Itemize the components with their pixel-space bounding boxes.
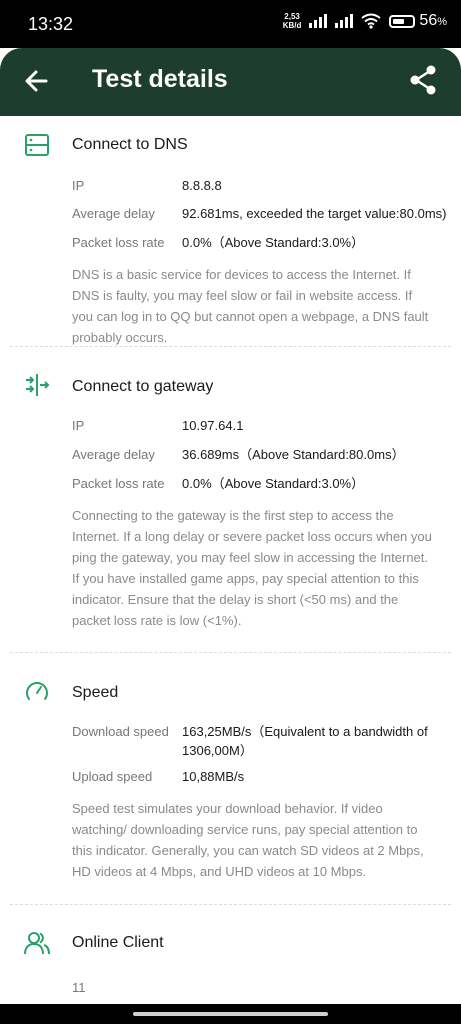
- section-description: Speed test simulates your download behav…: [72, 801, 424, 879]
- section-title: Connect to gateway: [72, 378, 214, 395]
- status-time: 13:32: [28, 14, 74, 34]
- server-icon: [25, 134, 49, 156]
- row-value: 10,88MB/s: [182, 769, 245, 784]
- users-icon: [24, 932, 50, 955]
- online-client-section: Online Client 11: [0, 916, 461, 1004]
- speed-section: Speed Download speed 163,25MB/s（Equivale…: [0, 664, 461, 905]
- section-description: DNS is a basic service for devices to ac…: [72, 267, 429, 345]
- row-label: Upload speed: [72, 769, 153, 784]
- online-client-count: 11: [72, 980, 86, 995]
- row-label: Packet loss rate: [72, 476, 165, 491]
- navigation-bar: [0, 1004, 461, 1024]
- section-description: Connecting to the gateway is the first s…: [72, 508, 432, 628]
- row-label: Download speed: [72, 724, 169, 739]
- page-title: Test details: [92, 65, 228, 93]
- wifi-icon: [361, 13, 382, 29]
- row-value: 36.689ms（Above Standard:80.0ms）: [182, 447, 405, 462]
- row-value: 0.0%（Above Standard:3.0%）: [182, 476, 365, 491]
- row-value: 92.681ms, exceeded the target value:80.0…: [182, 206, 447, 221]
- row-label: Average delay: [72, 206, 155, 221]
- signal-icon: [309, 14, 328, 28]
- row-value: 163,25MB/s（Equivalent to a bandwidth of …: [182, 724, 428, 758]
- status-icons: 2,53 KB/d 56%: [283, 12, 447, 30]
- gateway-icon: [26, 374, 50, 396]
- section-title: Speed: [72, 684, 119, 701]
- row-label: IP: [72, 178, 85, 193]
- battery-percent: 56%: [419, 12, 447, 29]
- dns-section: Connect to DNS IP 8.8.8.8 Average delay …: [0, 116, 461, 347]
- section-title: Connect to DNS: [72, 136, 188, 153]
- network-speed-value: 2,53: [284, 12, 300, 21]
- speedometer-icon: [26, 682, 48, 700]
- network-speed-unit: KB/d: [282, 21, 302, 30]
- home-handle[interactable]: [133, 1012, 328, 1016]
- row-label: IP: [72, 418, 85, 433]
- status-bar: 13:32 2,53 KB/d 56%: [0, 0, 461, 48]
- row-value: 0.0%（Above Standard:3.0%）: [182, 235, 365, 250]
- share-icon[interactable]: [407, 64, 439, 96]
- network-speed: 2,53 KB/d: [283, 12, 302, 30]
- gateway-section: Connect to gateway IP 10.97.64.1 Average…: [0, 358, 461, 654]
- section-title: Online Client: [72, 934, 164, 951]
- row-label: Packet loss rate: [72, 235, 165, 250]
- app-bar: Test details: [0, 48, 461, 116]
- row-value: 8.8.8.8: [182, 178, 222, 193]
- battery-icon: 56%: [389, 12, 447, 30]
- signal-icon-2: [335, 14, 354, 28]
- row-value: 10.97.64.1: [182, 418, 244, 433]
- divider: [10, 346, 451, 347]
- divider: [10, 904, 451, 905]
- divider: [10, 652, 451, 653]
- row-label: Average delay: [72, 447, 155, 462]
- arrow-left-icon[interactable]: [22, 66, 52, 96]
